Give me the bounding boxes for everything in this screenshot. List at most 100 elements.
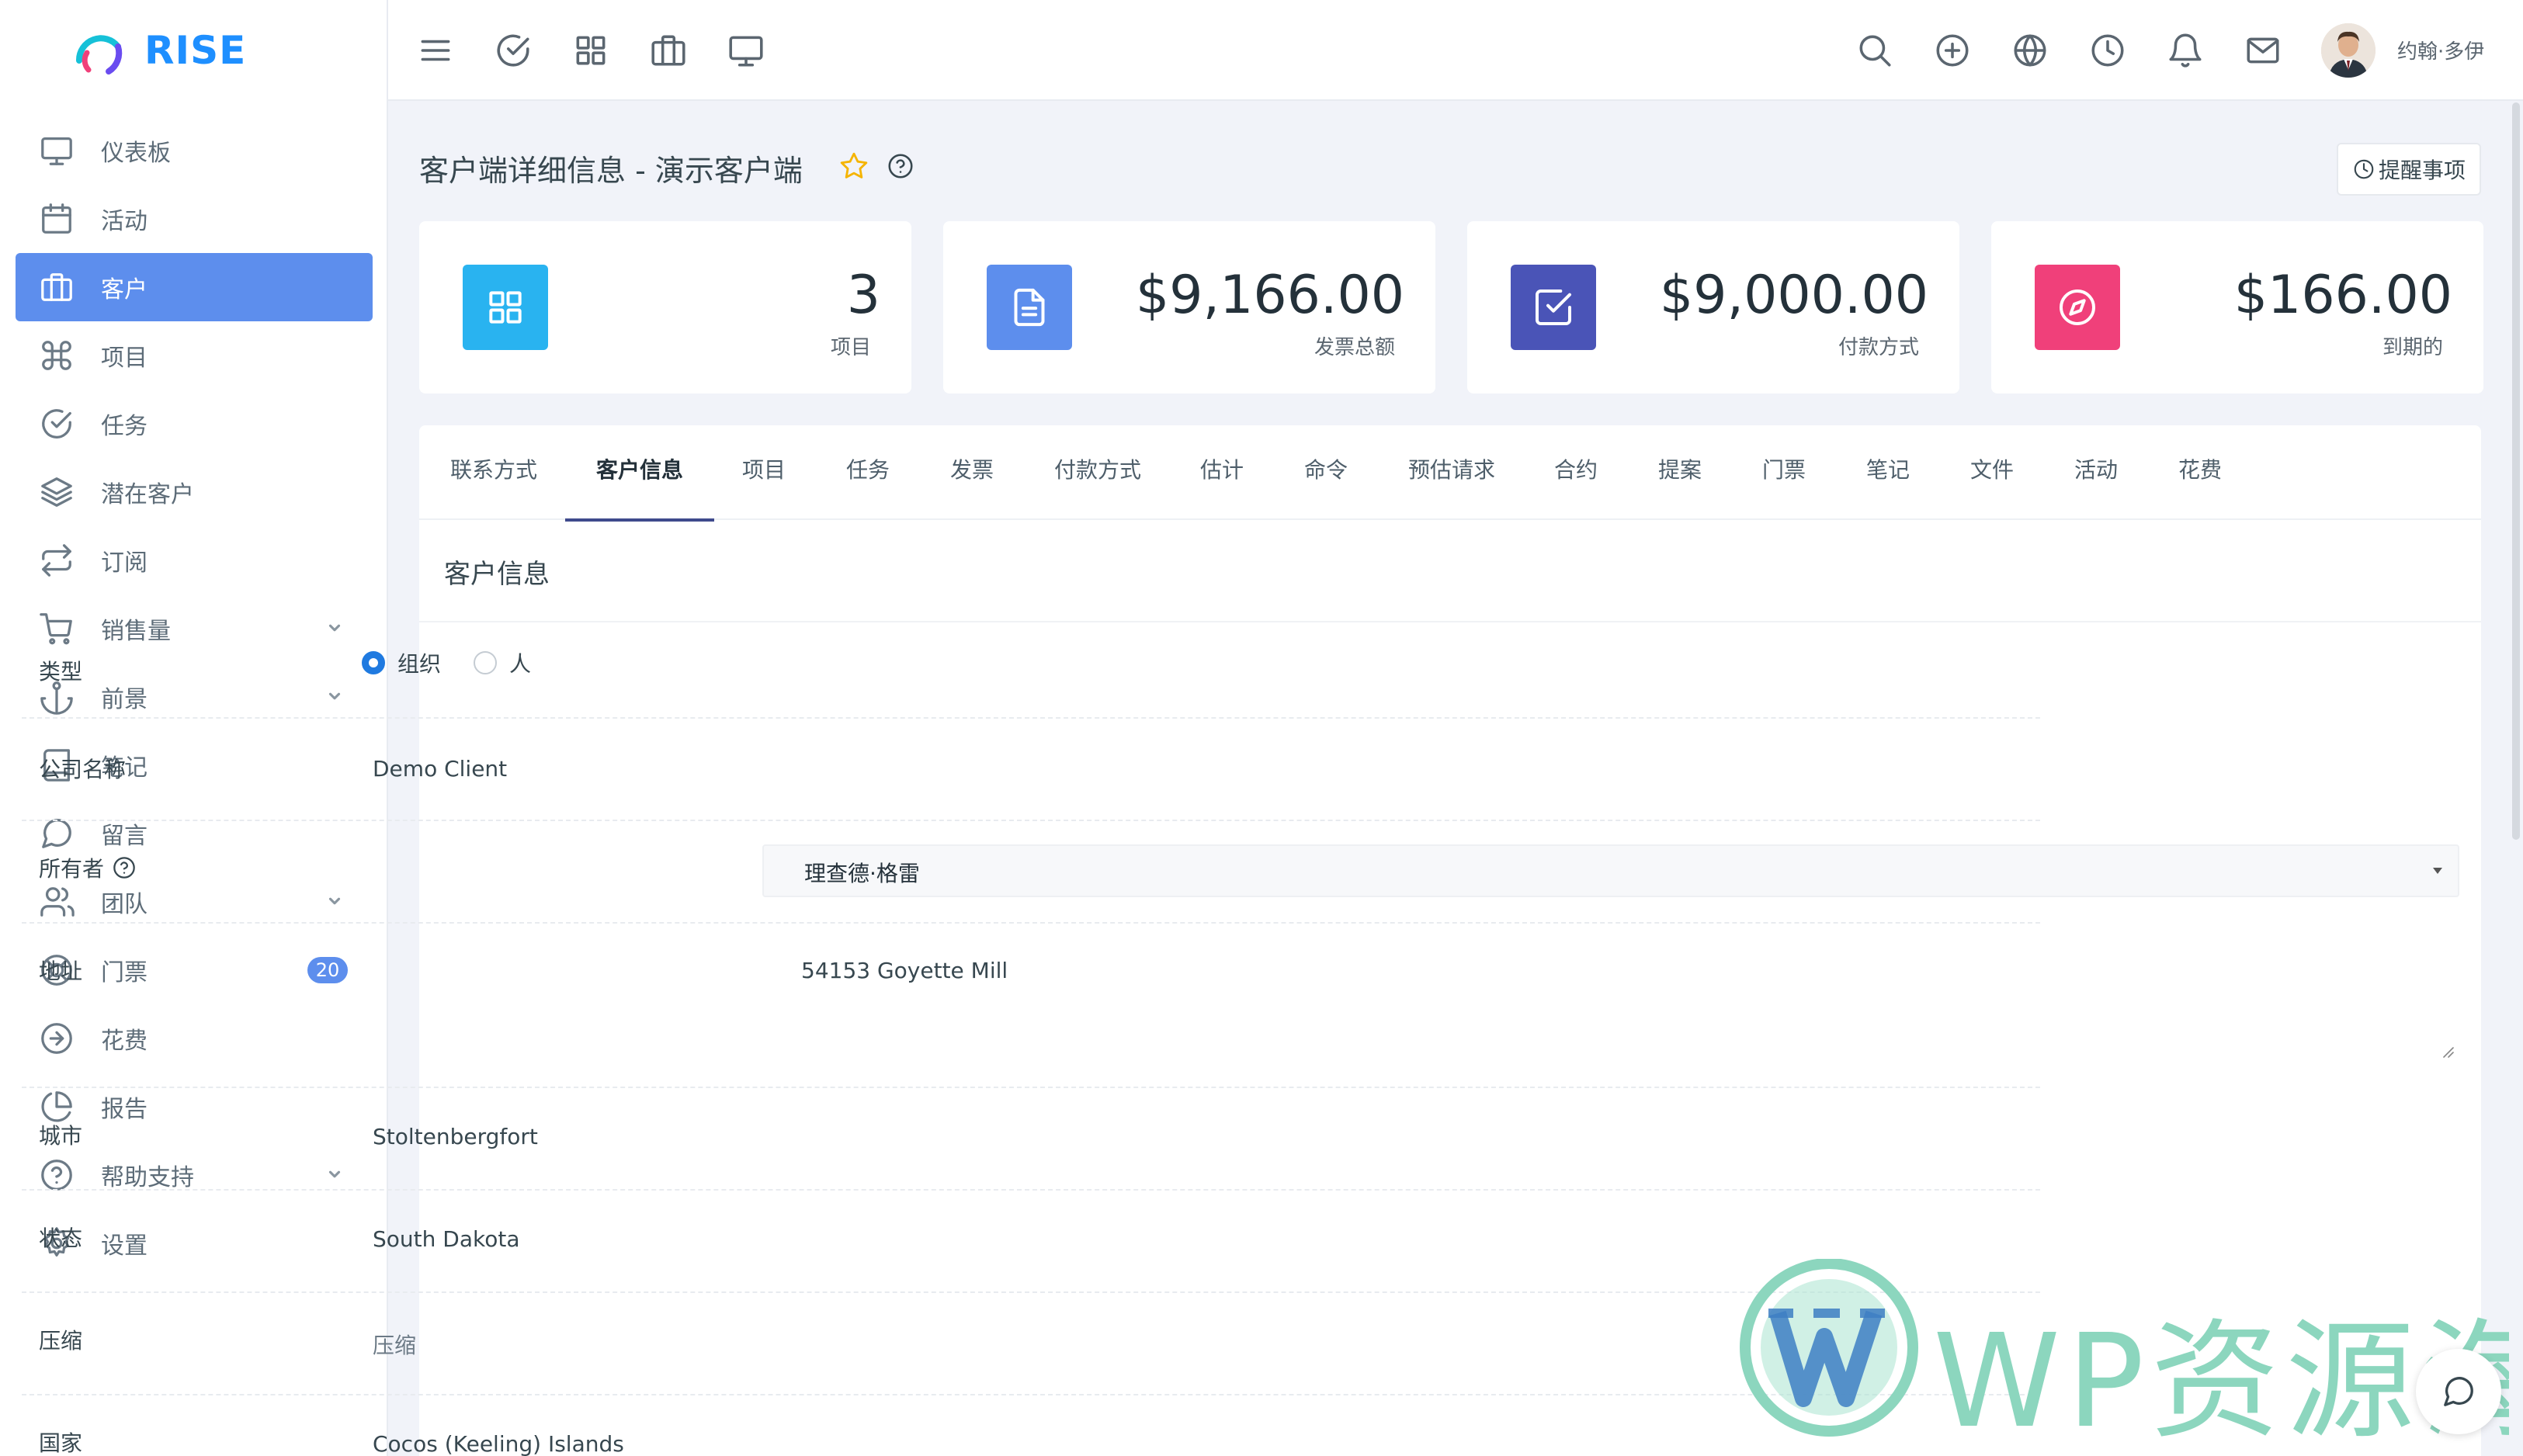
stat-card-invoice-total[interactable]: $9,166.00 发票总额 (943, 221, 1435, 393)
stat-value: $9,166.00 (1135, 265, 1404, 326)
stat-label: 项目 (830, 336, 871, 359)
check-circle-icon (42, 409, 71, 439)
tab-expenses[interactable]: 花费 (2178, 425, 2222, 520)
sidebar-item-clients[interactable]: 客户 (16, 253, 373, 321)
zip-label: 压缩 (39, 1328, 83, 1354)
section-title: 客户信息 (444, 559, 550, 590)
scrollbar-thumb[interactable] (2512, 102, 2520, 840)
sidebar-item-tasks[interactable]: 任务 (16, 390, 373, 458)
stat-label: 付款方式 (1838, 336, 1919, 359)
topbar: 约翰·多伊 (388, 0, 2523, 101)
stat-card-due[interactable]: $166.00 到期的 (1991, 221, 2483, 393)
clock-icon[interactable] (2088, 31, 2127, 70)
tab-events[interactable]: 活动 (2074, 425, 2118, 520)
form-row-city: 城市 Stoltenbergfort (22, 1088, 2040, 1191)
compass-icon (2060, 289, 2095, 325)
stat-card-projects[interactable]: 3 项目 (419, 221, 911, 393)
chat-icon (2444, 1377, 2473, 1406)
tab-contracts[interactable]: 合约 (1554, 425, 1598, 520)
file-text-icon (1014, 288, 1045, 327)
zip-input[interactable]: 压缩 (373, 1329, 416, 1360)
radio-person[interactable] (474, 651, 497, 674)
help-circle-icon[interactable] (887, 152, 914, 180)
sidebar-item-label: 客户 (101, 276, 147, 303)
tab-contacts[interactable]: 联系方式 (450, 425, 537, 520)
address-label: 地址 (39, 959, 83, 984)
command-icon (42, 341, 71, 370)
chat-button[interactable] (2416, 1349, 2501, 1434)
sidebar-item-label: 潜在客户 (101, 481, 194, 508)
tab-invoices[interactable]: 发票 (950, 425, 994, 520)
stat-value: 3 (846, 265, 880, 326)
sidebar-item-dashboard[interactable]: 仪表板 (16, 116, 373, 185)
briefcase-icon[interactable] (649, 31, 688, 70)
stat-tile (987, 265, 1072, 350)
grid-icon[interactable] (571, 31, 610, 70)
tab-tasks[interactable]: 任务 (846, 425, 890, 520)
tab-files[interactable]: 文件 (1970, 425, 2014, 520)
reminder-label: 提醒事项 (2378, 158, 2466, 183)
user-name[interactable]: 约翰·多伊 (2397, 36, 2484, 64)
tab-estimate-requests[interactable]: 预估请求 (1408, 425, 1495, 520)
type-label: 类型 (39, 659, 83, 685)
help-circle-icon[interactable] (112, 855, 137, 880)
tab-payments[interactable]: 付款方式 (1054, 425, 1141, 520)
resize-handle-icon[interactable] (2441, 1045, 2455, 1059)
owner-label-text: 所有者 (39, 856, 105, 882)
mail-icon[interactable] (2244, 31, 2282, 70)
country-label: 国家 (39, 1430, 83, 1456)
radio-label: 人 (509, 651, 532, 677)
tab-proposals[interactable]: 提案 (1658, 425, 1702, 520)
bell-icon[interactable] (2166, 31, 2205, 70)
check-square-icon (1536, 289, 1571, 325)
country-input[interactable]: Cocos (Keeling) Islands (373, 1431, 624, 1456)
tab-client-info[interactable]: 客户信息 (565, 425, 715, 522)
address-value: 54153 Goyette Mill (801, 958, 1008, 983)
tab-tickets[interactable]: 门票 (1762, 425, 1806, 520)
monitor-icon (41, 137, 72, 165)
check-circle-icon[interactable] (494, 31, 533, 70)
company-label: 公司名称 (39, 757, 127, 782)
city-input[interactable]: Stoltenbergfort (373, 1124, 538, 1149)
rise-logo-icon (75, 35, 123, 75)
avatar[interactable] (2321, 23, 2376, 78)
sidebar-item-label: 活动 (101, 208, 147, 235)
brand[interactable]: RISE (0, 0, 387, 101)
tab-projects[interactable]: 项目 (742, 425, 786, 520)
stat-label: 发票总额 (1314, 336, 1395, 359)
state-input[interactable]: South Dakota (373, 1226, 519, 1252)
tab-orders[interactable]: 命令 (1304, 425, 1348, 520)
monitor-icon[interactable] (727, 31, 765, 70)
search-icon[interactable] (1855, 31, 1894, 70)
page-title: 客户端详细信息 - 演示客户端 (419, 154, 803, 188)
state-label: 状态 (39, 1225, 83, 1251)
reminder-button[interactable]: 提醒事项 (2337, 143, 2481, 196)
radio-organization[interactable] (362, 651, 385, 674)
plus-circle-icon[interactable] (1933, 31, 1972, 70)
sidebar-item-subscriptions[interactable]: 订阅 (16, 526, 373, 595)
radio-label: 组织 (397, 651, 442, 677)
stat-card-payments[interactable]: $9,000.00 付款方式 (1467, 221, 1959, 393)
brand-name: RISE (144, 28, 247, 73)
sidebar-item-projects[interactable]: 项目 (16, 321, 373, 390)
type-option-person[interactable]: 人 (474, 647, 531, 678)
clock-icon (2354, 159, 2374, 179)
stat-tile (463, 265, 548, 350)
owner-select[interactable]: 理查德·格雷 (762, 844, 2459, 897)
owner-selected-value: 理查德·格雷 (804, 861, 920, 886)
form-row-type: 类型 组织 人 (22, 621, 2040, 719)
type-option-organization[interactable]: 组织 (362, 647, 441, 678)
repeat-icon (42, 544, 71, 577)
sidebar-item-leads[interactable]: 潜在客户 (16, 458, 373, 526)
calendar-icon (42, 203, 71, 234)
globe-icon[interactable] (2011, 31, 2049, 70)
menu-icon[interactable] (416, 31, 455, 70)
company-name-input[interactable]: Demo Client (373, 756, 507, 782)
stat-value: $166.00 (2233, 265, 2452, 326)
sidebar-item-events[interactable]: 活动 (16, 185, 373, 253)
stat-tile (2035, 265, 2120, 350)
tab-notes[interactable]: 笔记 (1866, 425, 1910, 520)
tab-estimates[interactable]: 估计 (1200, 425, 1244, 520)
address-textarea[interactable]: 54153 Goyette Mill (762, 939, 2459, 1063)
star-icon[interactable] (838, 151, 869, 182)
